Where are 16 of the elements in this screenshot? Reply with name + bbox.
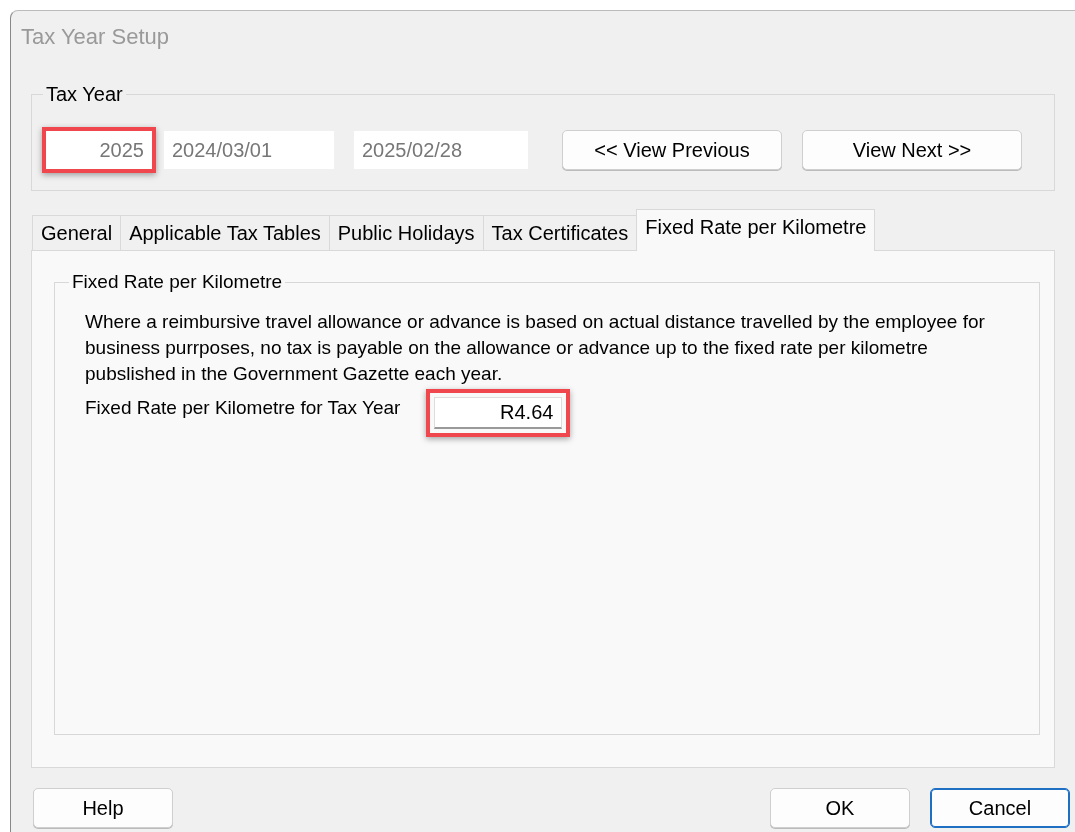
rate-label: Fixed Rate per Kilometre for Tax Year: [85, 396, 401, 419]
group-label: Fixed Rate per Kilometre: [71, 271, 284, 293]
view-previous-button[interactable]: << View Previous: [562, 130, 782, 170]
view-next-button[interactable]: View Next >>: [802, 130, 1022, 170]
group-label: Tax Year: [45, 83, 124, 106]
dialog-button[interactable]: OK: [770, 788, 910, 828]
tab[interactable]: Fixed Rate per Kilometre: [636, 209, 876, 251]
rate-field[interactable]: R4.64: [434, 397, 563, 429]
tab[interactable]: General: [32, 215, 122, 251]
help-button[interactable]: Help: [33, 788, 173, 828]
window-title: Tax Year Setup: [20, 23, 170, 51]
end-date-field[interactable]: 2025/02/28: [354, 131, 528, 169]
description-text: Where a reimbursive travel allowance or advance is based on actual distance travelled by the employee for business purrposes, no tax is payable on the allowance or advance up to the fixed rate per kilometre pubslished in the Government Gazette each year.: [85, 310, 985, 386]
dialog-button[interactable]: Cancel: [930, 788, 1070, 828]
year-field[interactable]: 2025: [46, 131, 152, 169]
start-date-field[interactable]: 2024/03/01: [164, 131, 334, 169]
